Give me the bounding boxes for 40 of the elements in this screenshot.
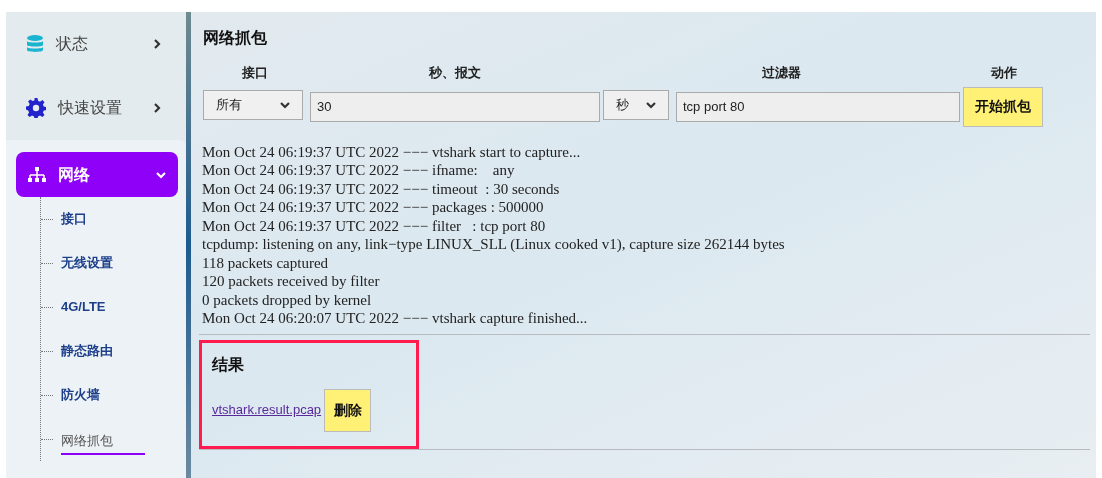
filter-field[interactable]: tcp port 80	[676, 91, 960, 122]
column-header: 动作	[990, 64, 1018, 82]
submenu-item[interactable]: 4G/LTE	[61, 297, 106, 317]
dropdown[interactable]: 所有	[203, 89, 303, 120]
column-header: 接口	[241, 64, 269, 82]
chevron-down-icon	[280, 99, 290, 110]
delete-button[interactable]: 删除	[324, 388, 372, 432]
log-line: Mon Oct 24 06:19:37 UTC 2022 −−− ifname: any	[202, 161, 516, 180]
submenu-item[interactable]: 无线设置	[61, 253, 113, 273]
settings-icon	[26, 98, 46, 118]
section-title: 结果	[212, 354, 245, 375]
column-header: 过滤器	[761, 64, 802, 82]
column-header: 秒、报文	[428, 64, 482, 82]
dropdown[interactable]: 秒	[603, 89, 669, 120]
log-line: 0 packets dropped by kernel	[202, 290, 373, 309]
database-icon	[26, 34, 44, 54]
log-line: Mon Oct 24 06:20:07 UTC 2022 −−− vtshark capture finished...	[202, 309, 589, 328]
start-capture-button[interactable]: 开始抓包	[963, 86, 1043, 127]
chevron-right-icon	[152, 39, 162, 49]
log-line: Mon Oct 24 06:19:37 UTC 2022 −−− vtshark start to capture...	[202, 142, 582, 161]
sidebar-item[interactable]: 快速设置	[26, 76, 162, 140]
file-link[interactable]: vtshark.result.pcap	[212, 400, 322, 420]
sitemap-icon	[28, 166, 46, 183]
submenu-item[interactable]: 接口	[61, 209, 87, 229]
submenu-item[interactable]: 静态路由	[61, 341, 113, 361]
sidebar-item[interactable]: 网络	[16, 152, 178, 197]
section-title: 网络抓包	[203, 28, 268, 48]
submenu-item[interactable]: 防火墙	[61, 385, 100, 405]
log-line: Mon Oct 24 06:19:37 UTC 2022 −−− filter : tcp port 80	[202, 216, 547, 235]
log-line: 118 packets captured	[202, 253, 330, 272]
chevron-right-icon	[152, 103, 162, 113]
log-line: Mon Oct 24 06:19:37 UTC 2022 −−− packages : 500000	[202, 198, 545, 217]
submenu-item[interactable]: 网络抓包	[61, 423, 145, 455]
chevron-down-icon	[646, 99, 656, 110]
log-line: 120 packets received by filter	[202, 272, 381, 291]
log-line: Mon Oct 24 06:19:37 UTC 2022 −−− timeout : 30 seconds	[202, 179, 561, 198]
sidebar-item[interactable]: 状态	[26, 12, 162, 76]
duration-field[interactable]: 30	[310, 91, 600, 122]
log-line: tcpdump: listening on any, link−type LINUX_SLL (Linux cooked v1), capture size 262144 bytes	[202, 235, 786, 254]
chevron-down-icon	[156, 169, 166, 180]
